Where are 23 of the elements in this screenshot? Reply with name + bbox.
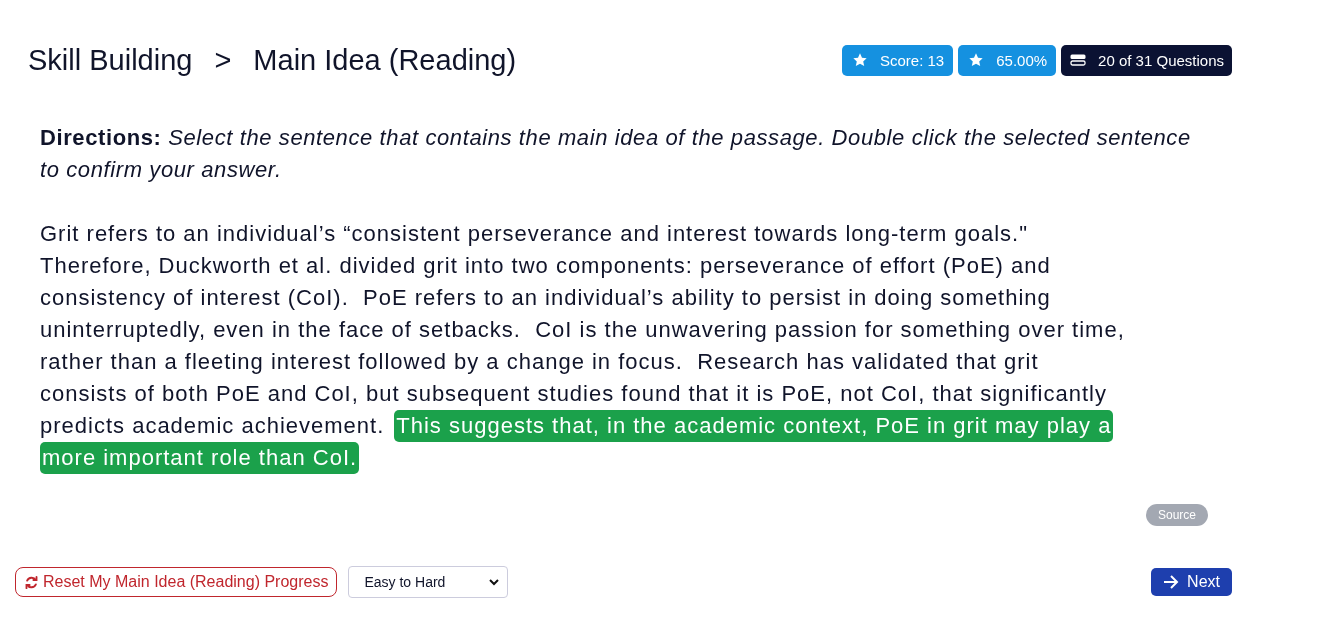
passage-text[interactable]: predicts academic achievement. <box>40 410 385 442</box>
passage-text[interactable]: uninterruptedly, even in the face of setbacks. CoI is the unwavering passion for something over time, <box>40 314 1125 346</box>
question-count-badge: 20 of 31 Questions <box>1061 44 1232 76</box>
arrow-right-icon <box>1163 575 1180 589</box>
refresh-icon <box>24 574 39 590</box>
reset-progress-button[interactable]: Reset My Main Idea (Reading) Progress <box>15 567 338 597</box>
breadcrumb-section[interactable]: Skill Building <box>28 43 193 77</box>
order-select[interactable]: Easy to Hard <box>348 566 509 598</box>
passage-text[interactable]: consists of both PoE and CoI, but subsequent studies found that it is PoE, not CoI, that significantly <box>40 378 1107 410</box>
next-button[interactable]: Next <box>1151 568 1232 596</box>
passage-text[interactable]: consistency of interest (CoI). PoE refers to an individual’s ability to persist in doing something <box>40 282 1051 314</box>
passage-text[interactable]: rather than a fleeting interest followed by a change in focus. Research has validated that grit <box>40 346 1039 378</box>
page-title: Main Idea (Reading) <box>253 43 517 77</box>
chevron-down-icon <box>489 578 500 586</box>
passage-text[interactable]: Grit refers to an individual’s “consistent perseverance and interest towards long-term goals." <box>40 218 1028 250</box>
directions-text: Directions: Select the sentence that contains the main idea of the passage. Double click the selected sentence to confirm your answer. <box>40 124 1192 184</box>
percent-badge: 65.00% <box>958 44 1057 76</box>
star-icon <box>968 52 985 68</box>
score-badge: Score: 13 <box>842 44 954 76</box>
passage-text[interactable]: Therefore, Duckworth et al. divided grit into two components: perseverance of effort (PoE) and <box>40 250 1051 282</box>
star-icon <box>852 52 868 68</box>
list-icon <box>1070 54 1087 66</box>
breadcrumb-separator: > <box>214 43 232 77</box>
